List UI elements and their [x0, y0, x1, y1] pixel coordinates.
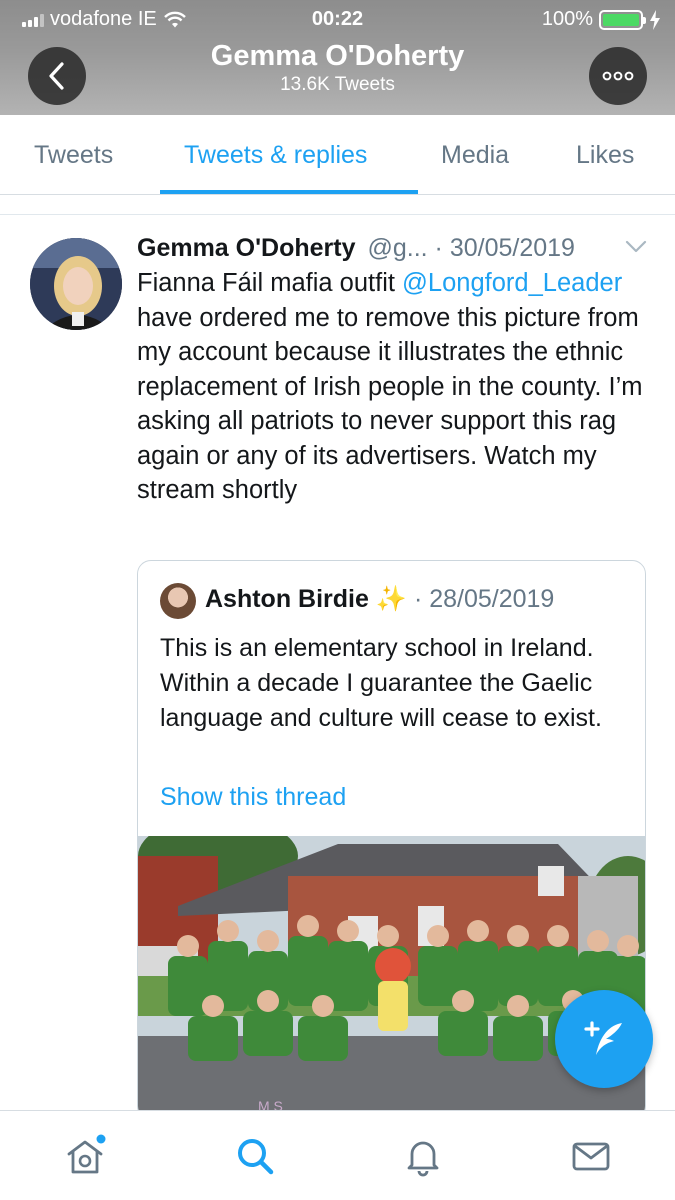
avatar-photo: [30, 238, 122, 330]
tweet-separator: ·: [434, 234, 450, 262]
tab-tweets[interactable]: Tweets: [34, 141, 113, 170]
home-icon: [67, 1134, 106, 1174]
battery-status: 100%: [542, 8, 661, 31]
nav-messages[interactable]: [568, 1133, 614, 1179]
tab-tweets-and-replies[interactable]: Tweets & replies: [184, 141, 367, 170]
divider: [0, 214, 675, 215]
quoted-avatar: [160, 583, 196, 619]
tweet-date[interactable]: 30/05/2019: [450, 234, 575, 262]
profile-header: vodafone IE 00:22 100% Gemma O'Doherty 1…: [0, 0, 675, 115]
more-dots-icon: [602, 71, 634, 81]
tweet-header: Gemma O'Doherty @g... · 30/05/2019: [137, 234, 647, 263]
quoted-photo[interactable]: M S: [138, 836, 645, 1119]
tweet-count: 13.6K Tweets: [280, 74, 395, 95]
quoted-separator: ·: [407, 585, 430, 613]
messages-icon: [572, 1142, 610, 1171]
charging-icon: [650, 9, 660, 30]
tweet-text-start: Fianna Fáil mafia outfit: [137, 269, 403, 297]
quoted-author-name: Ashton Birdie: [205, 585, 369, 613]
compose-tweet-button[interactable]: [555, 990, 653, 1088]
show-thread-link[interactable]: Show this thread: [160, 783, 346, 812]
tab-media[interactable]: Media: [441, 141, 509, 170]
notifications-icon: [407, 1141, 439, 1177]
tweet-options-button[interactable]: [625, 240, 647, 259]
mention-link[interactable]: @Longford_Leader: [402, 269, 622, 297]
nav-search[interactable]: [232, 1133, 278, 1179]
compose-tweet-icon: [584, 1021, 622, 1055]
tab-likes[interactable]: Likes: [576, 141, 634, 170]
profile-name-title: Gemma O'Doherty: [210, 40, 465, 72]
active-tab-indicator: [160, 190, 418, 194]
search-icon: [238, 1139, 274, 1175]
battery-icon: [599, 9, 646, 30]
profile-tabs: Tweets Tweets & replies Media Likes: [0, 115, 675, 195]
status-bar: vodafone IE 00:22 100%: [0, 0, 675, 40]
tweet-text: Fianna Fáil mafia outfit @Longford_Leade…: [137, 266, 657, 508]
quoted-tweet-header: Ashton Birdie ✨ · 28/05/2019: [205, 585, 554, 614]
more-options-button[interactable]: [589, 47, 647, 105]
battery-percent: 100%: [541, 8, 593, 30]
quoted-text: This is an elementary school in Ireland.…: [160, 634, 602, 732]
tweet-text-end: have ordered me to remove this picture f…: [137, 303, 643, 505]
author-name[interactable]: Gemma O'Doherty: [137, 234, 356, 262]
bottom-navigation: [0, 1110, 675, 1200]
chevron-down-icon: [625, 240, 647, 253]
nav-notifications[interactable]: [400, 1133, 446, 1179]
quoted-date: 28/05/2019: [429, 585, 555, 613]
sparkles-icon: ✨: [375, 585, 407, 613]
avatar[interactable]: [30, 238, 122, 330]
school-photo: M S: [138, 836, 645, 1119]
author-handle[interactable]: @g...: [367, 234, 427, 262]
nav-home[interactable]: [62, 1133, 108, 1179]
